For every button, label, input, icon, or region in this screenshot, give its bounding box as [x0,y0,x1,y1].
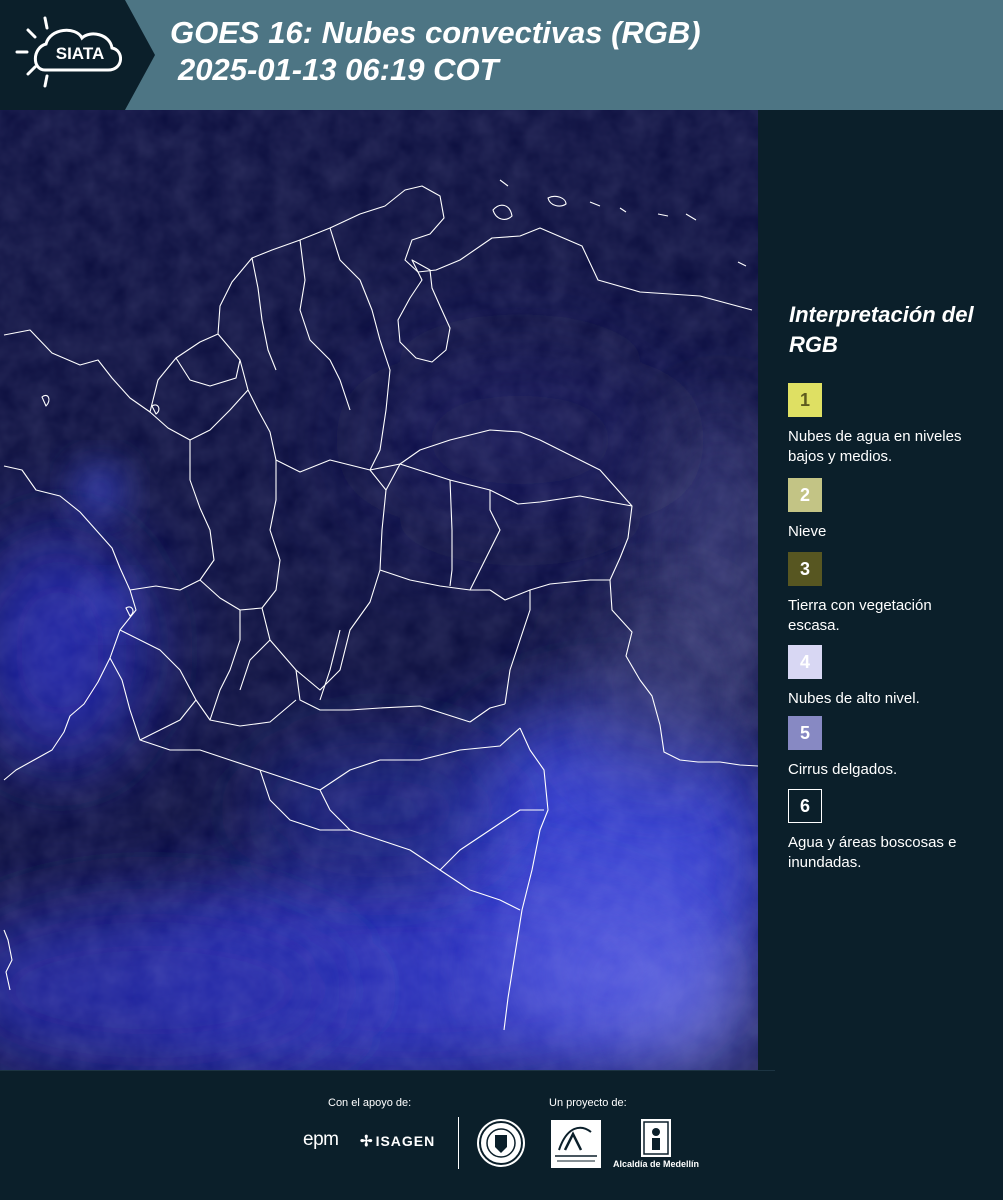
footer-vertical-divider [458,1117,459,1169]
legend-label-2: Nieve [788,523,827,540]
legend-item-4: 4 Nubes de alto nivel. [788,645,988,709]
legend-item-2: 2 Nieve [788,478,988,542]
logo-text: SIATA [55,44,105,63]
legend-label-5: Cirrus delgados. [788,761,898,778]
legend-item-3: 3 Tierra con vegetación escasa. [788,552,988,636]
medellin-seal-icon [477,1119,525,1167]
legend-swatch-2: 2 [788,478,822,512]
legend-item-6: 6 Agua y áreas boscosas e inundadas. [788,789,988,873]
legend-swatch-4: 4 [788,645,822,679]
legend-swatch-6: 6 [788,789,822,823]
satellite-map [0,110,758,1070]
project-label: Un proyecto de: [549,1097,627,1109]
title-product: GOES 16: Nubes convectivas (RGB) [170,15,701,50]
alcaldia-crest-icon [641,1119,671,1157]
alcaldia-logo-text: Alcaldía de Medellín [613,1159,700,1169]
area-metropolitana-logo-icon [551,1120,601,1168]
legend-label-3: Tierra con vegetación escasa. [788,597,932,634]
isagen-logo-text: ISAGEN [375,1133,436,1149]
title-datetime: 2025-01-13 06:19 COT [178,52,499,87]
header: SIATA GOES 16: Nubes convectivas (RGB) 2… [0,0,1003,110]
legend-item-1: 1 Nubes de agua en niveles bajos y medio… [788,383,988,467]
isagen-logo: ✢ ISAGEN [360,1132,435,1150]
epm-logo: epm [303,1129,339,1150]
support-label: Con el apoyo de: [328,1097,412,1109]
legend-item-5: 5 Cirrus delgados. [788,716,988,780]
legend-title: Interpretación del RGB [789,302,974,357]
page-title: GOES 16: Nubes convectivas (RGB) 2025-01… [170,14,701,88]
legend-swatch-5: 5 [788,716,822,750]
legend-swatch-1: 1 [788,383,822,417]
footer: Con el apoyo de: Un proyecto de: epm ✢ IS… [0,1070,1003,1200]
footer-divider [0,1070,775,1071]
siata-logo: SIATA [0,0,155,110]
legend-label-6: Agua y áreas boscosas e inundadas. [788,834,957,871]
legend-label-1: Nubes de agua en niveles bajos y medios. [788,428,962,465]
legend-label-4: Nubes de alto nivel. [788,690,920,707]
rgb-legend: Interpretación del RGB 1 Nubes de agua e… [758,110,1003,1070]
legend-swatch-3: 3 [788,552,822,586]
rgb-satellite-image [0,110,758,1070]
isagen-mark-icon: ✢ [360,1133,374,1150]
